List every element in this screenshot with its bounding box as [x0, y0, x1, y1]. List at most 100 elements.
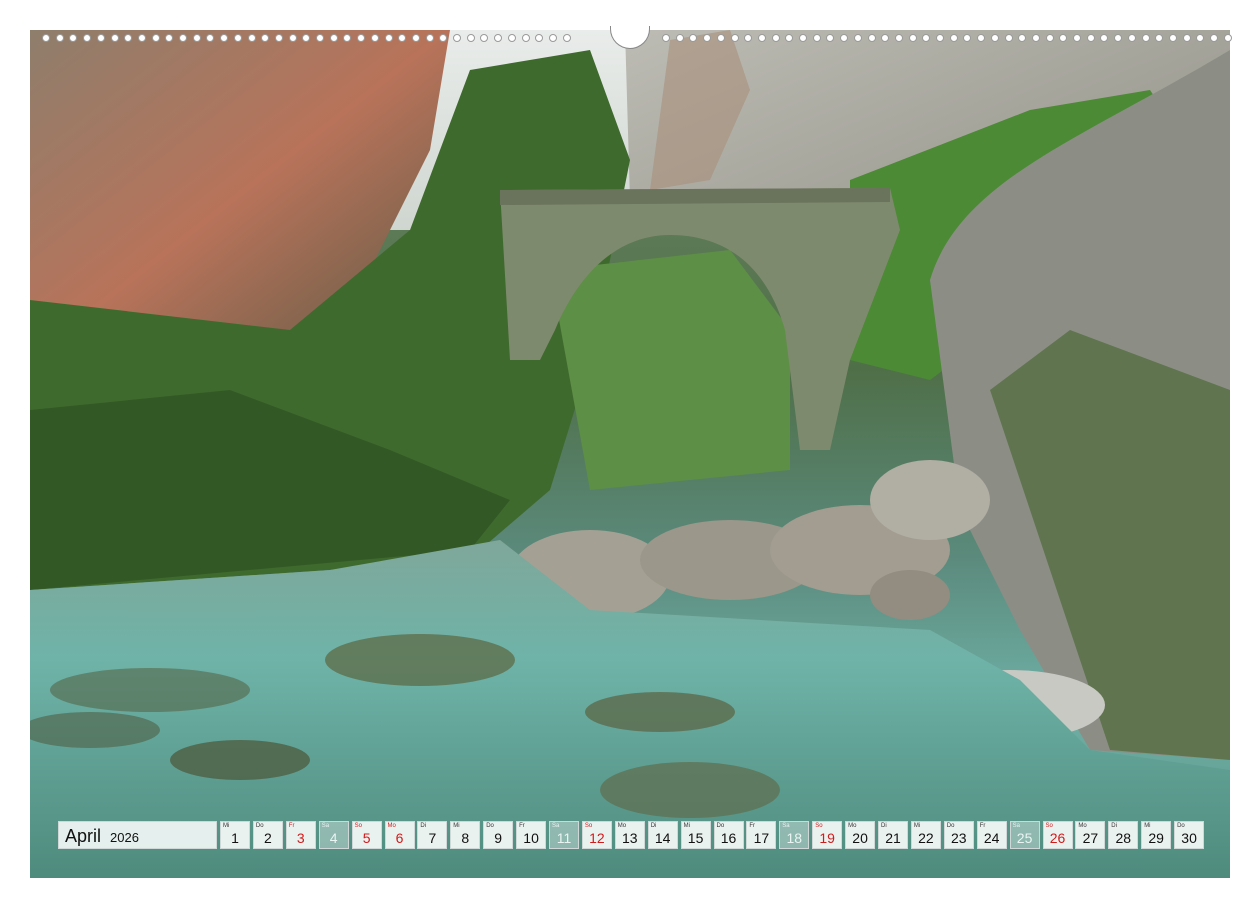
- binding-hole: [1059, 34, 1068, 42]
- binding-hole: [977, 34, 986, 42]
- binding-hole: [840, 34, 849, 42]
- day-cell: Do 23: [943, 821, 974, 849]
- day-cell: So 19: [812, 821, 843, 849]
- day-cell: Fr 17: [746, 821, 777, 849]
- day-number: 23: [951, 830, 967, 846]
- binding-hole: [507, 34, 516, 42]
- binding-hole: [137, 34, 146, 42]
- binding-hole: [716, 34, 725, 42]
- binding-hole: [411, 34, 420, 42]
- binding-hole: [55, 34, 64, 42]
- day-of-week: Do: [716, 823, 725, 829]
- binding-hole: [757, 34, 766, 42]
- binding-hole: [466, 34, 475, 42]
- day-number: 10: [523, 830, 539, 846]
- day-of-week: Di: [1111, 823, 1117, 829]
- binding-hole: [384, 34, 393, 42]
- binding-hole: [1004, 34, 1013, 42]
- binding-hole: [1018, 34, 1027, 42]
- day-number: 11: [556, 830, 572, 846]
- binding-hole: [343, 34, 352, 42]
- day-of-week: Di: [881, 823, 887, 829]
- month-label: April 2026: [58, 821, 217, 849]
- day-of-week: Do: [255, 823, 264, 829]
- binding-hole: [675, 34, 684, 42]
- binding-hole: [110, 34, 119, 42]
- binding-hole: [785, 34, 794, 42]
- binding-hole: [949, 34, 958, 42]
- day-of-week: Mo: [387, 823, 396, 829]
- binding-hole: [1182, 34, 1191, 42]
- day-of-week: Mi: [223, 823, 230, 829]
- binding-hole: [302, 34, 311, 42]
- day-number: 26: [1049, 830, 1066, 846]
- binding-hole: [165, 34, 174, 42]
- binding-hole: [398, 34, 407, 42]
- day-number: 5: [362, 830, 371, 846]
- day-of-week: Sa: [552, 823, 560, 829]
- binding-hole: [480, 34, 489, 42]
- day-cell: Mo 13: [614, 821, 645, 849]
- day-cell: Di 28: [1108, 821, 1139, 849]
- day-cell: Do 9: [483, 821, 514, 849]
- day-number: 13: [622, 830, 638, 846]
- day-of-week: Di: [420, 823, 427, 829]
- binding-hole: [1141, 34, 1150, 42]
- binding-hole: [1127, 34, 1136, 42]
- binding-hole: [922, 34, 931, 42]
- day-number: 12: [589, 830, 605, 846]
- day-of-week: Mi: [1144, 823, 1151, 829]
- day-cell: Sa 11: [549, 821, 579, 849]
- binding-hole: [124, 34, 133, 42]
- binding-hole: [1223, 34, 1232, 42]
- day-of-week: So: [354, 823, 362, 829]
- day-cell: Sa 25: [1009, 821, 1040, 849]
- month-year: 2026: [110, 830, 139, 845]
- landscape-photo: [30, 30, 1230, 878]
- binding-hole: [990, 34, 999, 42]
- day-number: 27: [1082, 830, 1099, 846]
- day-number: 29: [1148, 830, 1164, 846]
- day-cell: Mi 8: [450, 821, 481, 849]
- day-number: 1: [231, 830, 239, 846]
- binding-hole: [881, 34, 890, 42]
- binding-hole: [1045, 34, 1054, 42]
- day-number: 28: [1115, 830, 1132, 846]
- day-of-week: Di: [650, 823, 657, 829]
- day-cell: Mi 29: [1141, 821, 1172, 849]
- binding-hole: [288, 34, 297, 42]
- binding-hole: [1114, 34, 1123, 42]
- day-number: 25: [1016, 830, 1033, 846]
- day-number: 7: [428, 830, 437, 846]
- binding-hole: [548, 34, 557, 42]
- day-of-week: Mo: [848, 823, 857, 829]
- day-number: 6: [395, 830, 404, 846]
- binding-hole: [689, 34, 698, 42]
- day-cell: Mi 15: [680, 821, 711, 849]
- day-number: 14: [654, 830, 671, 846]
- binding-hole: [744, 34, 753, 42]
- day-cell: Do 2: [252, 821, 283, 849]
- binding-hole: [370, 34, 379, 42]
- day-of-week: Fr: [519, 823, 525, 829]
- day-of-week: Do: [486, 823, 494, 829]
- day-number: 9: [494, 830, 503, 846]
- day-cell: Mo 27: [1075, 821, 1106, 849]
- day-number: 20: [852, 830, 868, 846]
- day-of-week: Fr: [749, 823, 756, 829]
- day-cell: Fr 24: [976, 821, 1007, 849]
- day-cell: So 26: [1042, 821, 1073, 849]
- day-of-week: Mo: [617, 823, 627, 829]
- binding-hole: [425, 34, 434, 42]
- day-cell: Di 14: [647, 821, 678, 849]
- day-cell: Sa 18: [779, 821, 810, 849]
- day-cell: Mo 20: [845, 821, 876, 849]
- binding-hole: [261, 34, 270, 42]
- binding-hole: [703, 34, 712, 42]
- binding-hole: [771, 34, 780, 42]
- day-number: 30: [1181, 830, 1197, 846]
- binding-hole: [220, 34, 229, 42]
- binding-hole: [562, 34, 571, 42]
- day-cell: Di 7: [417, 821, 448, 849]
- binding-hole: [494, 34, 503, 42]
